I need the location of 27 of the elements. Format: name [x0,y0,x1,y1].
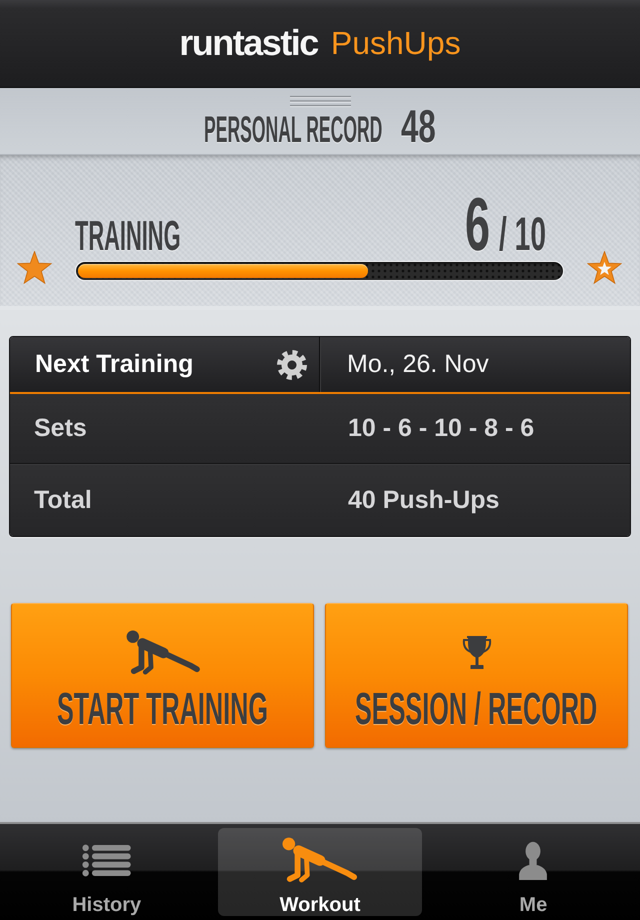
row-label: Sets [33,416,88,441]
action-button[interactable]: START TRAINING [11,603,314,748]
action-button[interactable]: SESSION / RECORD [325,603,628,748]
record-label: PERSONAL RECORD [204,111,382,148]
lines-icon [290,95,350,107]
training-count: 6 [464,193,490,257]
star-badge-icon [587,251,622,284]
app-title: PushUps [330,26,461,58]
record-value: 48 [401,103,436,149]
star-icon [17,251,52,284]
pushup-icon [282,837,358,883]
person-icon [519,840,548,880]
card-title: Next Training [35,352,194,377]
training-total: / 10 [498,210,546,257]
row-label: Total [33,488,93,513]
settings-icon[interactable] [276,348,308,380]
tab[interactable]: Me [432,828,635,916]
row-value: 40 Push-Ups [347,488,500,513]
pushup-icon [126,630,200,674]
tab[interactable]: History [5,828,208,916]
logo-text: runtastic [179,24,318,60]
tab[interactable]: Workout [218,828,422,916]
date-text: Mo., 26. Nov [347,352,489,377]
row-value: 10 - 6 - 10 - 8 - 6 [347,416,536,441]
training-label: TRAINING [75,215,181,257]
trophy-icon [462,634,492,670]
list-icon [82,844,132,876]
